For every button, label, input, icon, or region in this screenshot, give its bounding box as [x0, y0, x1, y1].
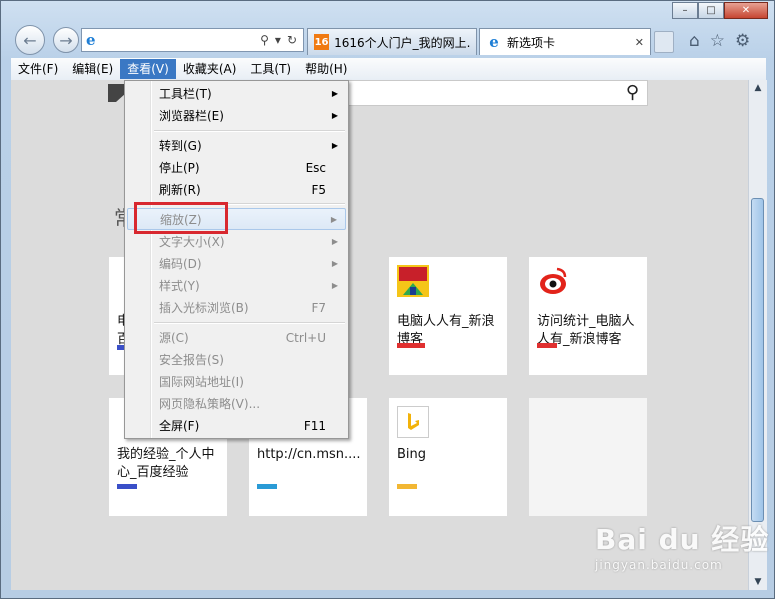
menu-item-fullscreen[interactable]: 全屏(F) F11: [127, 415, 346, 437]
page-search-input[interactable]: ⚲: [338, 80, 648, 106]
tile-color-bar: [397, 343, 425, 348]
watermark-brand: Bai du 经验: [595, 523, 770, 556]
menu-tools[interactable]: 工具(T): [243, 59, 298, 79]
minimize-button[interactable]: –: [672, 2, 698, 19]
browser-toolbar-icons: ⌂ ☆ ⚙: [689, 31, 750, 51]
maximize-icon: □: [706, 5, 716, 16]
tile-color-bar: [117, 484, 137, 489]
forward-button[interactable]: →: [53, 27, 79, 53]
menu-item-explorer-bars[interactable]: 浏览器栏(E) ▶: [127, 105, 346, 127]
menu-item-encoding[interactable]: 编码(D) ▶: [127, 253, 346, 275]
tile-color-bar: [257, 484, 277, 489]
vertical-scrollbar[interactable]: ▲ ▼: [748, 80, 767, 590]
tile-empty[interactable]: [529, 398, 647, 516]
annotation-highlight-box: [134, 202, 228, 234]
gear-icon[interactable]: ⚙: [735, 31, 750, 51]
menu-view[interactable]: 查看(V): [120, 59, 176, 79]
ie-favicon: e: [489, 33, 499, 51]
refresh-icon[interactable]: ↻: [287, 33, 297, 47]
tile-sina-stats[interactable]: 访问统计_电脑人人有_新浪博客: [529, 257, 647, 375]
submenu-arrow-icon: ▶: [331, 141, 338, 150]
menu-item-security-report[interactable]: 安全报告(S): [127, 349, 346, 371]
sina-weibo-icon: [537, 265, 569, 297]
baidu-jingyan-watermark: Bai du 经验 jingyan.baidu.com: [595, 518, 769, 572]
search-icon[interactable]: ⚲: [626, 82, 639, 103]
menu-item-source[interactable]: 源(C) Ctrl+U: [127, 327, 346, 349]
watermark-url: jingyan.baidu.com: [595, 558, 723, 572]
submenu-arrow-icon: ▶: [331, 237, 338, 246]
menu-bar: 文件(F) 编辑(E) 查看(V) 收藏夹(A) 工具(T) 帮助(H): [11, 58, 766, 81]
menu-item-intl-address[interactable]: 国际网站地址(I): [127, 371, 346, 393]
address-bar[interactable]: e ⚲ ▾ ↻: [81, 28, 304, 52]
menu-file[interactable]: 文件(F): [11, 59, 65, 79]
dropdown-icon[interactable]: ▾: [275, 33, 281, 47]
close-icon: ✕: [741, 5, 751, 16]
menu-favorites[interactable]: 收藏夹(A): [176, 59, 244, 79]
submenu-arrow-icon: ▶: [330, 215, 337, 224]
submenu-arrow-icon: ▶: [331, 281, 338, 290]
menu-edit[interactable]: 编辑(E): [65, 59, 120, 79]
menu-help[interactable]: 帮助(H): [298, 59, 354, 79]
home-icon[interactable]: ⌂: [689, 31, 700, 51]
scroll-down-icon[interactable]: ▼: [749, 574, 767, 590]
forward-arrow-icon: →: [59, 30, 73, 50]
tab-new-tab[interactable]: e 新选项卡 ✕: [479, 28, 651, 55]
close-tab-icon[interactable]: ✕: [635, 36, 644, 49]
menu-item-caret-browsing[interactable]: 插入光标浏览(B) F7: [127, 297, 346, 319]
menu-item-refresh[interactable]: 刷新(R) F5: [127, 179, 346, 201]
menu-item-style[interactable]: 样式(Y) ▶: [127, 275, 346, 297]
tab-title: 新选项卡: [507, 35, 556, 50]
browser-window: – □ ✕ ← → e ⚲ ▾ ↻ 16 1616个人门户_我的网上... e …: [0, 0, 775, 599]
tab-1616[interactable]: 16 1616个人门户_我的网上...: [307, 28, 477, 55]
tile-title: 我的经验_个人中心_百度经验: [117, 447, 215, 480]
scroll-up-icon[interactable]: ▲: [749, 80, 767, 96]
tab-title: 1616个人门户_我的网上...: [334, 35, 470, 50]
scrollbar-thumb[interactable]: [751, 198, 764, 522]
back-button[interactable]: ←: [15, 25, 45, 55]
ie-page-icon: e: [86, 31, 96, 49]
submenu-arrow-icon: ▶: [331, 89, 338, 98]
menu-item-toolbars[interactable]: 工具栏(T) ▶: [127, 83, 346, 105]
maximize-button[interactable]: □: [698, 2, 724, 19]
bing-icon: [397, 406, 429, 438]
submenu-arrow-icon: ▶: [331, 111, 338, 120]
minimize-icon: –: [682, 5, 688, 16]
new-tab-button[interactable]: [654, 31, 674, 53]
back-arrow-icon: ←: [23, 30, 37, 50]
tile-title: http://cn.msn....: [257, 447, 361, 462]
submenu-arrow-icon: ▶: [331, 259, 338, 268]
menu-item-goto[interactable]: 转到(G) ▶: [127, 135, 346, 157]
window-caption-buttons: – □ ✕: [672, 2, 768, 19]
view-menu-dropdown: 工具栏(T) ▶ 浏览器栏(E) ▶ 转到(G) ▶ 停止(P) Esc 刷新(R) F5…: [124, 80, 349, 439]
tile-title: Bing: [397, 447, 427, 462]
close-window-button[interactable]: ✕: [724, 2, 768, 19]
sina-blog-icon: [397, 265, 429, 297]
new-tab-page: ⚲ 常 电百 电脑人人有_新浪博客 访: [11, 80, 748, 590]
tile-sina-blog[interactable]: 电脑人人有_新浪博客: [389, 257, 507, 375]
tile-color-bar: [537, 343, 557, 348]
tile-color-bar: [397, 484, 417, 489]
menu-separator: [154, 130, 345, 132]
menu-separator: [154, 322, 345, 324]
search-icon[interactable]: ⚲: [260, 33, 269, 47]
menu-item-stop[interactable]: 停止(P) Esc: [127, 157, 346, 179]
tile-bing[interactable]: Bing: [389, 398, 507, 516]
menu-item-privacy-policy[interactable]: 网页隐私策略(V)...: [127, 393, 346, 415]
favorites-star-icon[interactable]: ☆: [710, 31, 725, 51]
menu-item-text-size[interactable]: 文字大小(X) ▶: [127, 231, 346, 253]
1616-favicon: 16: [314, 34, 330, 50]
